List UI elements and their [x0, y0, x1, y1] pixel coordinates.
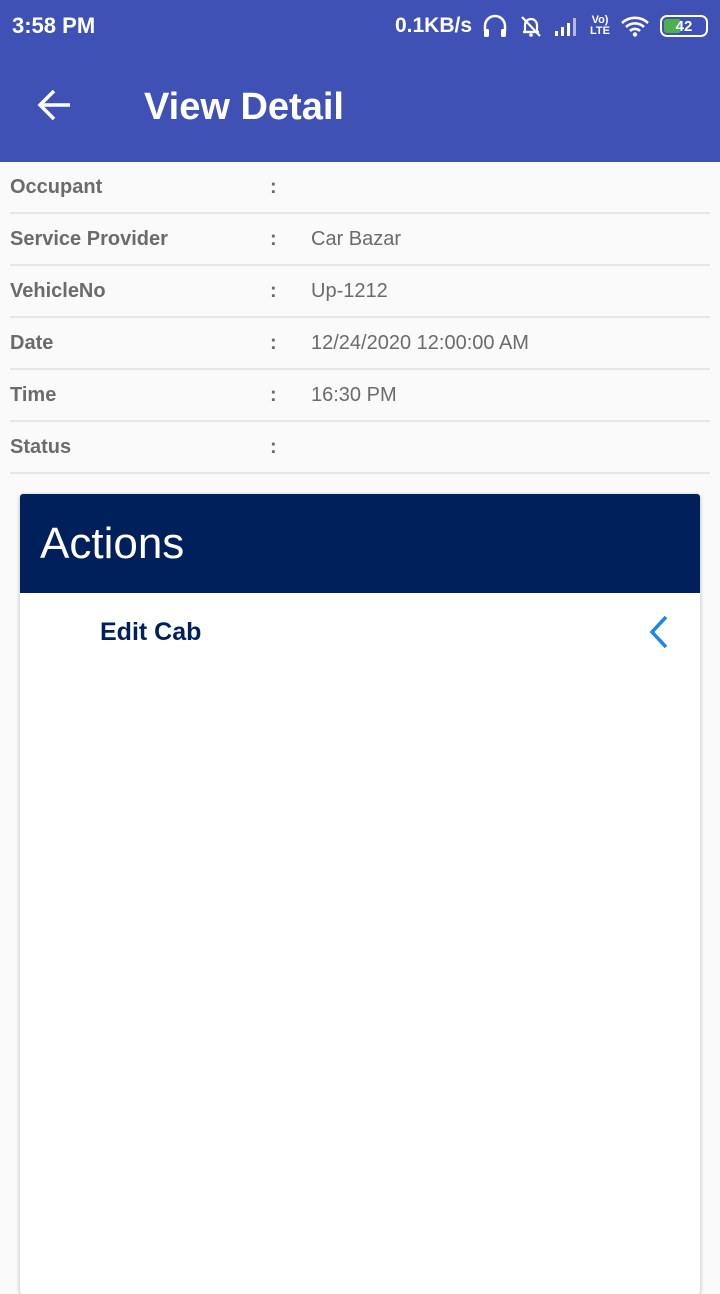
detail-value: 16:30 PM	[311, 384, 397, 406]
detail-list: Occupant : Service Provider : Car Bazar …	[0, 162, 720, 474]
action-label: Edit Cab	[100, 618, 202, 646]
detail-separator: :	[270, 176, 277, 198]
actions-header: Actions	[20, 494, 700, 593]
back-button[interactable]	[0, 52, 110, 162]
detail-value: 12/24/2020 12:00:00 AM	[311, 332, 529, 354]
action-item-edit-cab[interactable]: Edit Cab	[20, 593, 700, 673]
signal-icon	[554, 15, 580, 37]
detail-label: Status	[10, 436, 72, 458]
detail-label: Date	[10, 332, 54, 354]
wifi-icon	[620, 15, 650, 37]
arrow-left-icon	[37, 87, 73, 128]
detail-separator: :	[270, 332, 277, 354]
detail-value: Up-1212	[311, 280, 388, 302]
detail-label: Occupant	[10, 176, 103, 198]
detail-row-vehicle-no: VehicleNo : Up-1212	[10, 266, 710, 318]
network-speed: 0.1KB/s	[394, 14, 473, 37]
status-bar: 3:58 PM 0.1KB/s Vo) LTE 42	[0, 0, 720, 52]
detail-value: Car Bazar	[311, 228, 402, 250]
battery-icon: 42	[660, 15, 708, 37]
detail-label: VehicleNo	[10, 280, 106, 302]
detail-row-time: Time : 16:30 PM	[10, 370, 710, 422]
status-icons: 0.1KB/s Vo) LTE 42	[395, 14, 708, 38]
detail-separator: :	[270, 228, 277, 250]
detail-separator: :	[270, 436, 277, 458]
actions-title: Actions	[40, 518, 185, 568]
app-bar: View Detail	[0, 52, 720, 162]
chevron-left-icon[interactable]	[646, 613, 672, 656]
detail-row-service-provider: Service Provider : Car Bazar	[10, 214, 710, 266]
volte-icon: Vo) LTE	[590, 14, 610, 37]
battery-level: 42	[675, 17, 693, 35]
detail-row-status: Status :	[10, 422, 710, 474]
detail-separator: :	[270, 384, 277, 406]
detail-row-date: Date : 12/24/2020 12:00:00 AM	[10, 318, 710, 370]
detail-label: Time	[10, 384, 57, 406]
actions-card: Actions Edit Cab	[20, 494, 700, 1294]
status-time: 3:58 PM	[12, 13, 96, 38]
headphones-icon	[482, 14, 508, 38]
muted-alarm-icon	[518, 14, 544, 38]
page-title: View Detail	[144, 85, 344, 128]
detail-separator: :	[270, 280, 277, 302]
detail-label: Service Provider	[10, 228, 168, 250]
detail-row-occupant: Occupant :	[10, 162, 710, 214]
